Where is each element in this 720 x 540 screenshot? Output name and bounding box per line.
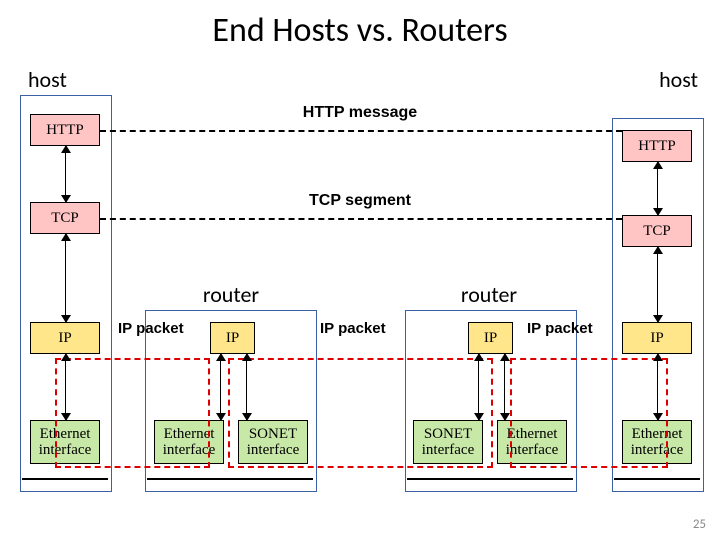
floor-router1 xyxy=(147,478,313,480)
http-message-line xyxy=(100,130,622,132)
left-arrow-ip-eth xyxy=(65,354,66,420)
host-label-right: host xyxy=(659,66,698,93)
ip-packet-label-1: IP packet xyxy=(118,320,184,337)
ip-packet-path-1 xyxy=(55,358,210,468)
slide-number: 25 xyxy=(693,517,706,532)
router2-arrow-left xyxy=(478,354,479,420)
tcp-segment-line xyxy=(100,218,622,220)
left-tcp-box: TCP xyxy=(30,202,100,234)
right-ip-box: IP xyxy=(622,322,692,354)
left-ip-box: IP xyxy=(30,322,100,354)
ip-packet-path-2 xyxy=(228,358,493,468)
slide-title: End Hosts vs. Routers xyxy=(0,0,720,51)
ip-packet-path-3 xyxy=(510,358,668,468)
http-message-label: HTTP message xyxy=(280,104,440,122)
router1-ip-box: IP xyxy=(210,322,255,354)
right-http-box: HTTP xyxy=(622,130,692,162)
floor-right-host xyxy=(614,478,700,480)
right-arrow-ip-eth xyxy=(657,354,658,420)
left-http-box: HTTP xyxy=(30,114,100,146)
router2-arrow-right xyxy=(504,354,505,420)
left-arrow-http-tcp xyxy=(65,146,66,202)
floor-left-host xyxy=(22,478,108,480)
right-arrow-tcp-ip xyxy=(657,247,658,322)
router1-arrow-left xyxy=(220,354,221,420)
router-label-right: router xyxy=(444,281,534,308)
ip-packet-label-3: IP packet xyxy=(527,320,593,337)
tcp-segment-label: TCP segment xyxy=(280,192,440,210)
right-tcp-box: TCP xyxy=(622,215,692,247)
left-arrow-tcp-ip xyxy=(65,234,66,322)
right-arrow-http-tcp xyxy=(657,162,658,215)
router2-ip-box: IP xyxy=(468,322,513,354)
floor-router2 xyxy=(407,478,573,480)
router-label-left: router xyxy=(186,281,276,308)
host-label-left: host xyxy=(28,66,67,93)
ip-packet-label-2: IP packet xyxy=(320,320,386,337)
router1-arrow-right xyxy=(246,354,247,420)
